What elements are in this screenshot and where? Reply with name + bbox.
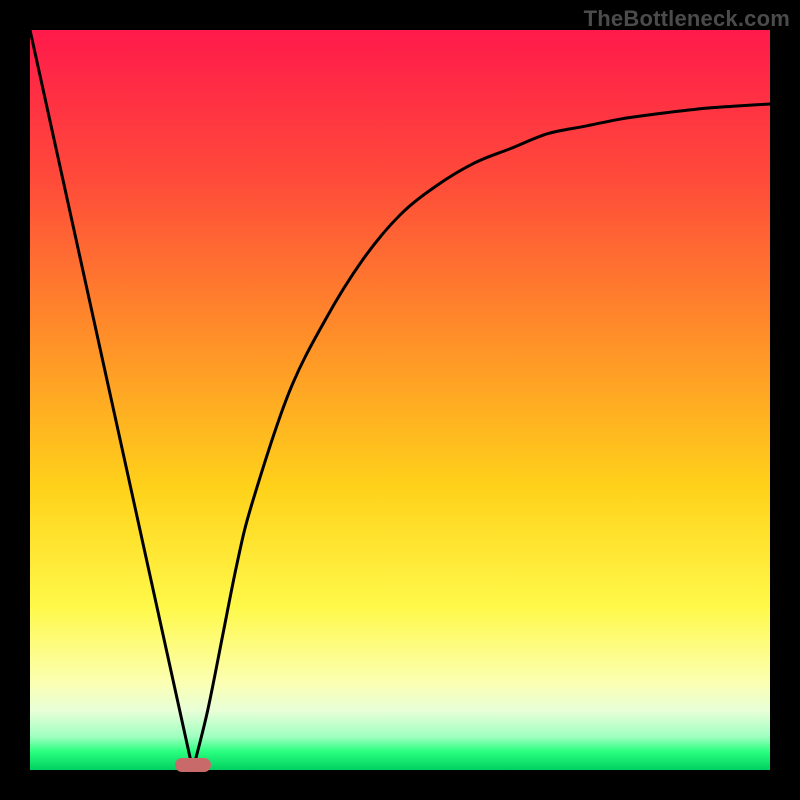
optimal-marker — [175, 758, 211, 772]
plot-frame — [30, 30, 770, 770]
watermark-text: TheBottleneck.com — [584, 6, 790, 32]
gradient-background — [30, 30, 770, 770]
